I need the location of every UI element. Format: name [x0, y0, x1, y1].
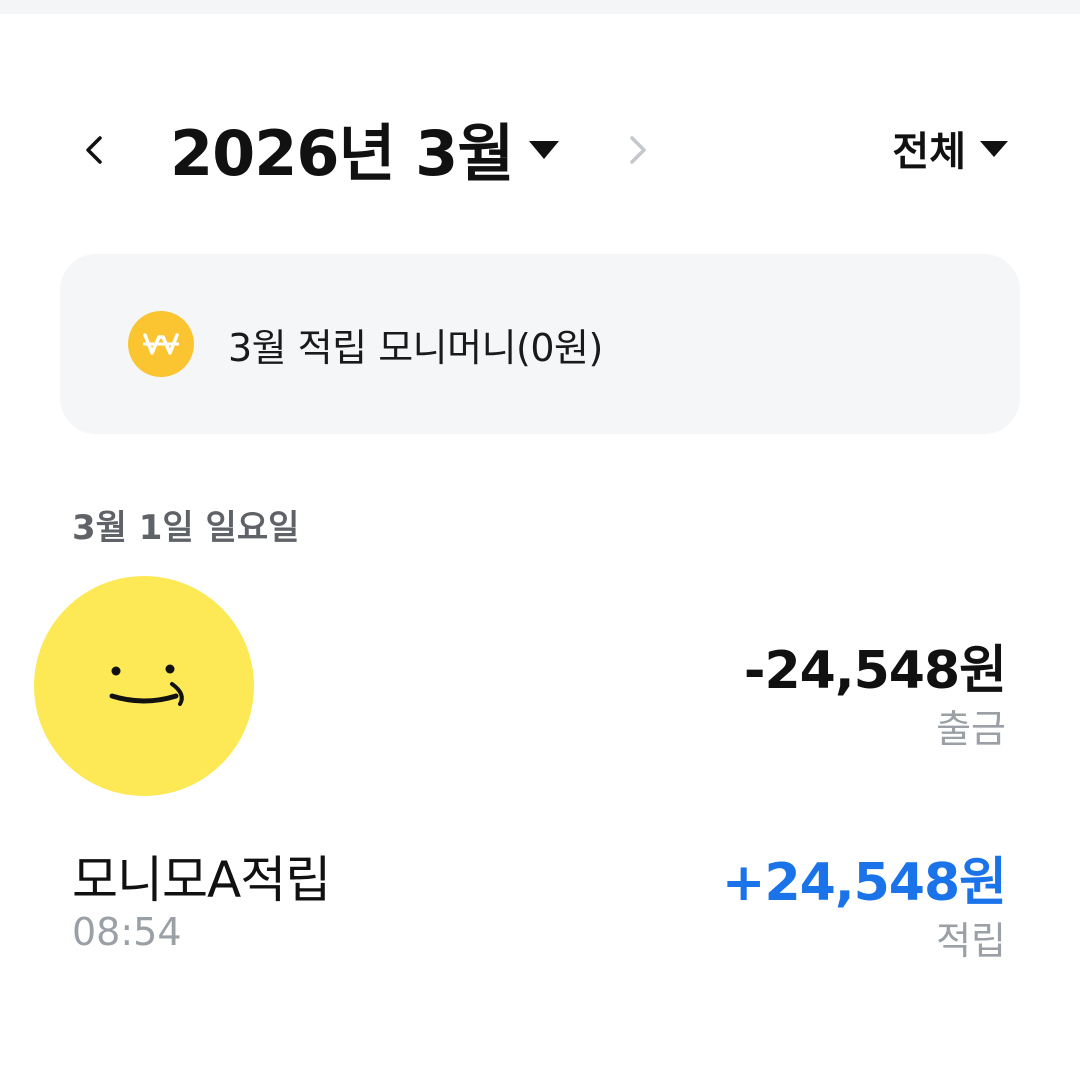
caret-down-icon [529, 141, 560, 159]
chevron-left-icon [86, 136, 102, 164]
withdrawal-amount: -24,548원 [743, 641, 1007, 701]
savings-summary-text: 3월 적립 모니머니(0원) [228, 325, 603, 370]
filter-dropdown[interactable]: 전체 [892, 116, 1008, 180]
deposit-amount: +24,548원 [721, 853, 1007, 913]
previous-month-button[interactable] [70, 122, 118, 178]
date-group-label: 3월 1일 일요일 [72, 508, 300, 548]
filter-label: 전체 [892, 129, 966, 175]
monthly-savings-card[interactable]: 3월 적립 모니머니(0원) [60, 254, 1020, 434]
month-title: 2026년 3월 [170, 117, 514, 190]
status-bar-strip [0, 0, 1080, 14]
caret-down-icon [980, 141, 1008, 157]
transaction-time: 08:54 [72, 910, 182, 954]
transaction-item[interactable]: -24,548원 출금 모니모A적립 08:54 +24,548원 적립 [0, 570, 1080, 970]
transaction-name: 모니모A적립 [72, 851, 331, 909]
won-coin-icon [128, 311, 194, 377]
month-selector[interactable]: 2026년 3월 [170, 106, 560, 190]
deposit-type-label: 적립 [936, 919, 1006, 963]
next-month-button[interactable] [614, 122, 662, 178]
withdrawal-type-label: 출금 [936, 707, 1006, 751]
chevron-right-icon [630, 136, 646, 164]
smiley-face-icon [34, 576, 254, 796]
month-header: 2026년 3월 전체 [0, 100, 1080, 196]
